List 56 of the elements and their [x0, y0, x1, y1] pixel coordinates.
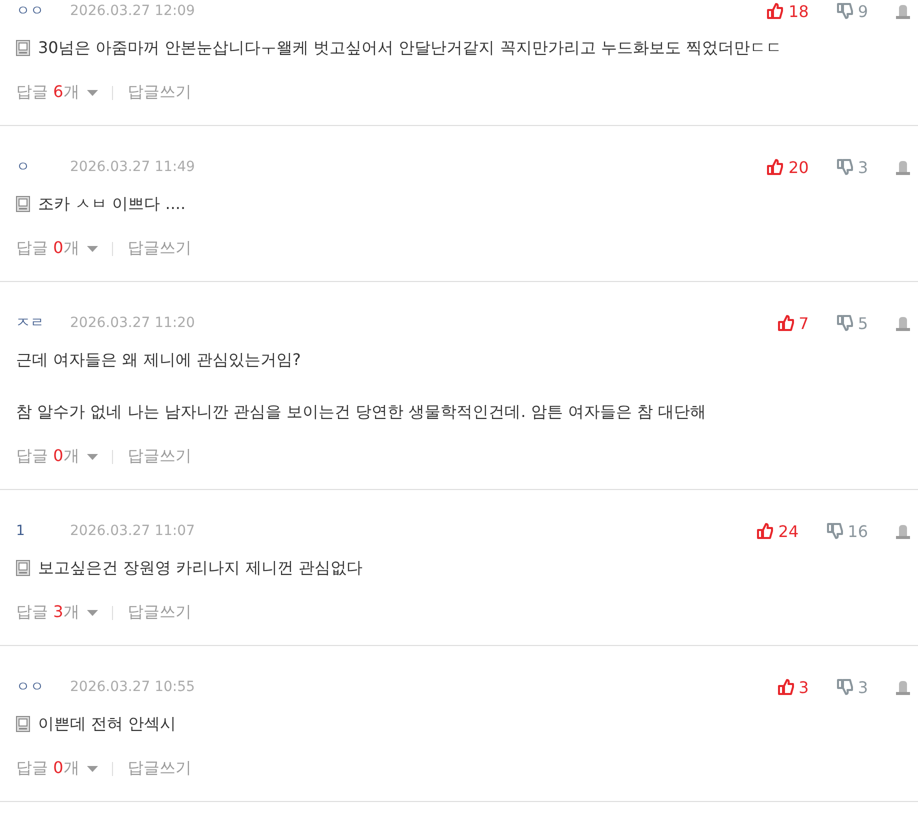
thumbs-down-icon: [836, 3, 853, 19]
caret-icon: [87, 246, 98, 252]
caret-icon: [87, 454, 98, 460]
comment-date: 2026.03.27 11:49: [70, 159, 195, 175]
comment-text: 보고싶은건 장원영 카리나지 제니껀 관심없다: [38, 558, 362, 578]
like-button[interactable]: 20: [767, 158, 809, 176]
write-reply-link[interactable]: 답글쓰기: [127, 238, 192, 259]
comment-text: 30넘은 아줌마꺼 안본눈삽니다ㅜ왤케 벗고싶어서 안달난거같지 꼭지만가리고 누드화보도 찍었더만ㄷㄷ: [38, 38, 782, 58]
write-reply-link[interactable]: 답글쓰기: [127, 758, 192, 779]
report-icon[interactable]: [896, 160, 910, 174]
comment-text: 조카 ㅅㅂ 이쁘다 ....: [38, 194, 186, 214]
replies-toggle[interactable]: 답글 0개: [16, 758, 98, 779]
dislike-button[interactable]: 3: [836, 158, 868, 176]
write-reply-link[interactable]: 답글쓰기: [127, 82, 192, 103]
thumbs-up-icon: [778, 315, 794, 331]
dislike-button[interactable]: 16: [826, 522, 868, 540]
thumbs-down-icon: [826, 523, 843, 539]
like-button[interactable]: 3: [778, 678, 809, 696]
comment-text: 이쁜데 전혀 안섹시: [38, 714, 176, 734]
like-button[interactable]: 24: [757, 522, 799, 540]
write-reply-link[interactable]: 답글쓰기: [127, 446, 192, 467]
report-icon[interactable]: [896, 680, 910, 694]
report-icon[interactable]: [896, 4, 910, 18]
author-name: ㅈㄹ: [16, 314, 45, 332]
comment-date: 2026.03.27 12:09: [70, 3, 195, 19]
like-button[interactable]: 7: [778, 314, 809, 332]
thumbs-up-icon: [767, 159, 784, 175]
thumbs-up-icon: [757, 523, 774, 539]
caret-icon: [87, 610, 98, 616]
thumbs-down-icon: [836, 159, 853, 175]
comment-text: 참 알수가 없네 나는 남자니깐 관심을 보이는건 당연한 생물학적인건데. 암튼 여자들은 참 대단해: [16, 402, 706, 422]
thumbs-up-icon: [778, 679, 794, 695]
thumbs-up-icon: [767, 3, 784, 19]
replies-toggle[interactable]: 답글 0개: [16, 238, 98, 259]
comment-date: 2026.03.27 11:07: [70, 523, 195, 539]
comment-text: 근데 여자들은 왜 제니에 관심있는거임?: [16, 350, 301, 370]
comment-date: 2026.03.27 11:20: [70, 315, 195, 331]
replies-toggle[interactable]: 답글 3개: [16, 602, 98, 623]
like-button[interactable]: 18: [767, 2, 809, 20]
author-name: ㅇㅇ: [16, 678, 45, 696]
replies-toggle[interactable]: 답글 0개: [16, 446, 98, 467]
thumbs-down-icon: [836, 679, 853, 695]
caret-icon: [87, 766, 98, 772]
author-name: ㅇㅇ: [16, 2, 45, 20]
author-name: 1: [16, 523, 26, 539]
thumbs-down-icon: [836, 315, 853, 331]
report-icon[interactable]: [896, 524, 910, 538]
caret-icon: [87, 90, 98, 96]
dislike-button[interactable]: 5: [836, 314, 868, 332]
dislike-button[interactable]: 3: [836, 678, 868, 696]
replies-toggle[interactable]: 답글 6개: [16, 82, 98, 103]
dislike-button[interactable]: 9: [836, 2, 868, 20]
report-icon[interactable]: [896, 316, 910, 330]
write-reply-link[interactable]: 답글쓰기: [127, 602, 192, 623]
comment-date: 2026.03.27 10:55: [70, 679, 195, 695]
author-name: ㅇ: [16, 158, 31, 176]
